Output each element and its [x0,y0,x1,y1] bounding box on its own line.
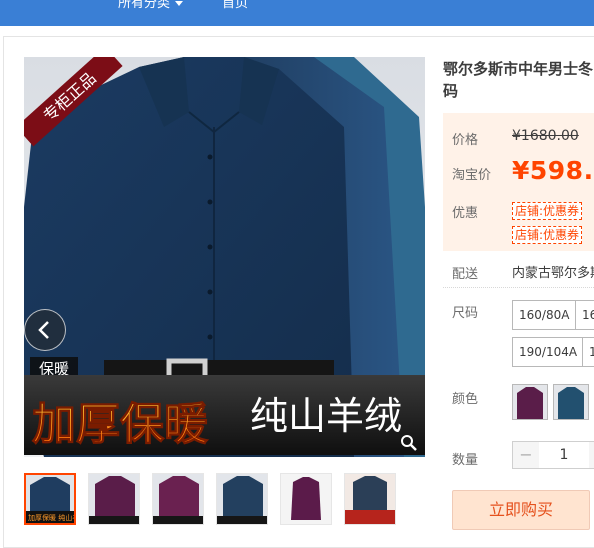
shirt-photo: 专柜正品 保暖 加厚保暖 纯山羊绒 [24,57,425,457]
size-option-1[interactable]: 160/80A [512,300,577,330]
divider [443,287,594,288]
size-option-2[interactable]: 16 [575,300,594,330]
size-option-3[interactable]: 190/104A [512,337,585,367]
promo-label: 优惠 [452,206,479,221]
shipping-origin[interactable]: 内蒙古鄂尔多斯 [512,262,594,281]
zoom-search-icon[interactable] [400,434,418,452]
product-title: 鄂尔多斯市中年男士冬 码 [443,58,593,102]
thumbnail-1-image: 加厚保暖 纯山羊绒 [26,475,74,523]
quantity-increase-button[interactable] [589,441,594,469]
taobao-price-label: 淘宝价 [452,168,492,183]
thumbnail-6-image [345,474,395,524]
chevron-left-icon [38,321,49,339]
main-product-image[interactable]: 专柜正品 保暖 加厚保暖 纯山羊绒 [24,57,425,457]
price-label: 价格 [452,133,479,148]
size-option-4[interactable]: 1 [582,337,594,367]
original-price: ¥1680.00 [512,128,579,144]
thumbnail-4[interactable] [216,473,268,525]
quantity-decrease-button[interactable]: − [512,441,540,469]
color-swatch-purple-image [513,385,547,419]
thumbnail-3[interactable] [152,473,204,525]
banner-red-text: 加厚保暖 [32,399,209,450]
top-nav-bar: 所有分类 首页 [0,0,594,26]
buy-now-button[interactable]: 立即购买 [452,490,590,530]
color-swatch-blue-image [554,385,588,419]
quantity-input[interactable]: 1 [539,441,590,469]
color-swatch-purple[interactable] [512,384,548,420]
thumbnail-3-image [153,474,203,524]
product-title-line1: 鄂尔多斯市中年男士冬 [443,60,593,78]
shipping-label: 配送 [452,267,479,282]
caret-down-icon [175,1,184,6]
thumbnail-1[interactable]: 加厚保暖 纯山羊绒 [24,473,76,525]
prev-image-button[interactable] [24,309,66,351]
thumbnail-6[interactable] [344,473,396,525]
thumbnail-2[interactable] [88,473,140,525]
thumbnail-4-image [217,474,267,524]
thumbnail-1-caption: 加厚保暖 纯山羊绒 [28,513,74,522]
banner-white-text: 纯山羊绒 [250,394,402,438]
color-label: 颜色 [452,392,479,407]
thumbnail-strip: 加厚保暖 纯山羊绒 [24,473,434,526]
color-swatch-blue[interactable] [553,384,589,420]
quantity-label: 数量 [452,453,479,468]
all-categories-label: 所有分类 [118,0,171,11]
product-title-line2: 码 [443,82,459,100]
home-link[interactable]: 首页 [222,0,248,17]
thumbnail-2-image [89,474,139,524]
thumbnail-5-image [281,474,331,524]
size-label: 尺码 [452,306,479,321]
taobao-price: ¥598. [512,156,594,185]
coupon-tag-1[interactable]: 店铺:优惠券 [512,202,583,220]
all-categories-menu[interactable]: 所有分类 [118,0,184,17]
thumbnail-5[interactable] [280,473,332,525]
coupon-tag-2[interactable]: 店铺:优惠券 [512,226,583,244]
